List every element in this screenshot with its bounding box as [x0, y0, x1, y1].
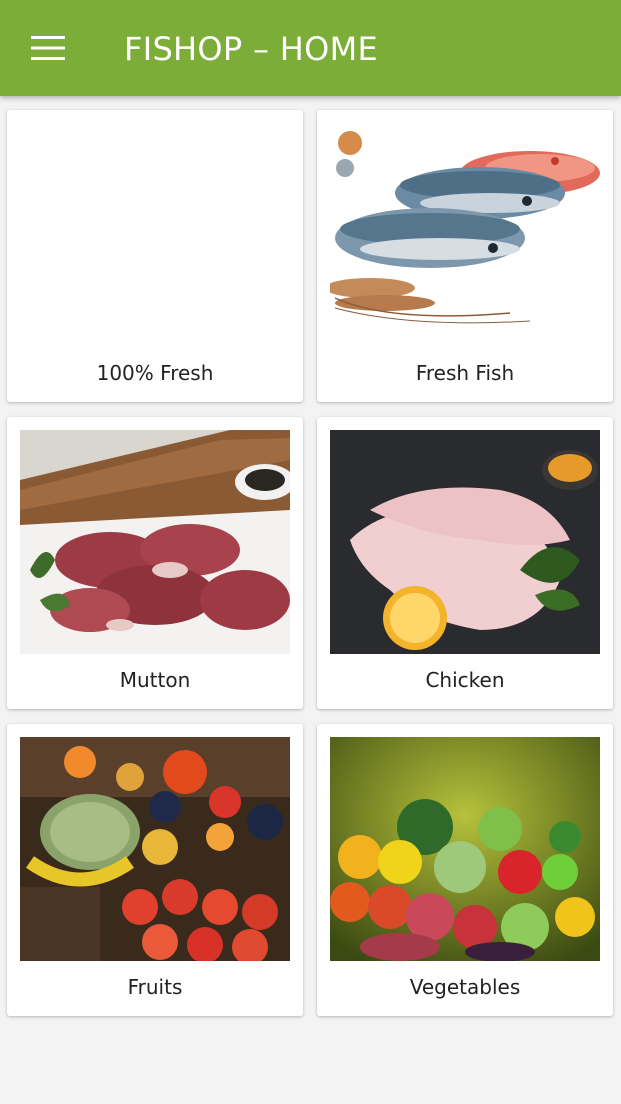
category-label: Vegetables: [409, 975, 521, 999]
category-card-chicken[interactable]: Chicken: [317, 417, 613, 709]
hamburger-menu-icon: [31, 36, 65, 60]
category-card-fresh-fish[interactable]: Fresh Fish: [317, 110, 613, 402]
fruits-image: [20, 737, 290, 961]
category-label: Fresh Fish: [415, 361, 515, 385]
menu-button[interactable]: [18, 22, 78, 74]
category-label: Chicken: [425, 668, 505, 692]
category-card-fresh[interactable]: 100% Fresh: [7, 110, 303, 402]
fish-image: [330, 123, 600, 347]
app-bar: FISHOP – HOME: [0, 0, 621, 96]
category-label: Fruits: [127, 975, 183, 999]
category-card-vegetables[interactable]: Vegetables: [317, 724, 613, 1016]
category-label: 100% Fresh: [96, 361, 214, 385]
category-card-fruits[interactable]: Fruits: [7, 724, 303, 1016]
fresh-image: [20, 123, 290, 347]
category-grid: 100% Fresh Fresh Fish Mutton Chicken Fru…: [0, 0, 621, 1104]
mutton-image: [20, 430, 290, 654]
vegetables-image: [330, 737, 600, 961]
category-card-mutton[interactable]: Mutton: [7, 417, 303, 709]
page-title: FISHOP – HOME: [124, 30, 379, 68]
chicken-image: [330, 430, 600, 654]
category-label: Mutton: [119, 668, 191, 692]
